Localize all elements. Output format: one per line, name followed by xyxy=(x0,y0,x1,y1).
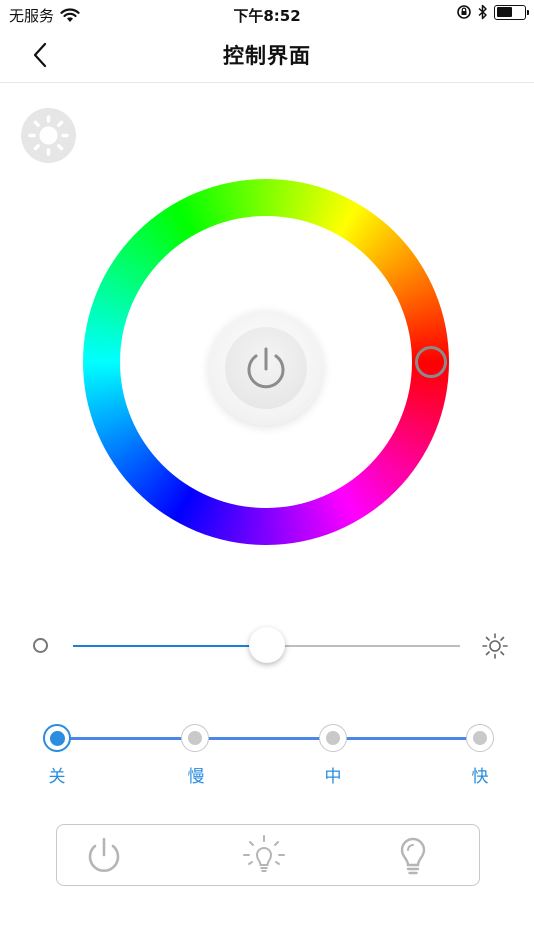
small-circle-icon xyxy=(33,638,48,653)
speed-dot-core xyxy=(326,731,340,745)
speed-label-fast: 快 xyxy=(471,767,489,787)
toolbar-light-button[interactable] xyxy=(390,833,436,879)
color-wheel-handle[interactable] xyxy=(415,346,447,378)
battery-icon xyxy=(494,4,529,20)
light-bulb-icon xyxy=(400,837,426,875)
speed-dot-core xyxy=(188,731,202,745)
orientation-lock-icon xyxy=(457,5,471,19)
light-mode-button[interactable] xyxy=(21,108,76,163)
speed-label-medium: 中 xyxy=(324,767,342,787)
sun-bright-icon xyxy=(482,633,508,659)
toolbar-power-button[interactable] xyxy=(81,833,127,879)
brightness-row xyxy=(0,620,534,674)
speed-dot-core xyxy=(473,731,487,745)
status-time: 下午8:52 xyxy=(233,7,301,25)
speed-option-slow[interactable] xyxy=(181,724,209,752)
speed-dot-core xyxy=(50,731,65,746)
power-button[interactable] xyxy=(209,311,323,425)
speed-label-off: 关 xyxy=(48,767,66,787)
power-button-face xyxy=(225,327,307,409)
nav-bar: 控制界面 xyxy=(0,28,534,83)
bottom-toolbar xyxy=(56,824,480,886)
battery-fill xyxy=(496,7,513,17)
speed-option-fast[interactable] xyxy=(466,724,494,752)
power-icon xyxy=(88,837,120,873)
power-icon xyxy=(247,347,285,389)
toolbar-light-glow-button[interactable] xyxy=(239,833,289,879)
brightness-slider-thumb[interactable] xyxy=(248,627,285,663)
speed-option-medium[interactable] xyxy=(319,724,347,752)
speed-option-off[interactable] xyxy=(43,724,71,752)
light-bulb-glow-icon xyxy=(243,835,285,872)
status-right xyxy=(456,4,529,20)
page-title: 控制界面 xyxy=(223,44,311,68)
sun-icon xyxy=(28,115,69,156)
status-bar: 无服务 下午8:52 xyxy=(0,0,534,28)
speed-label-slow: 慢 xyxy=(187,767,205,787)
bluetooth-icon xyxy=(478,4,487,20)
speed-track xyxy=(58,737,480,740)
brightness-slider-fill xyxy=(73,645,267,647)
